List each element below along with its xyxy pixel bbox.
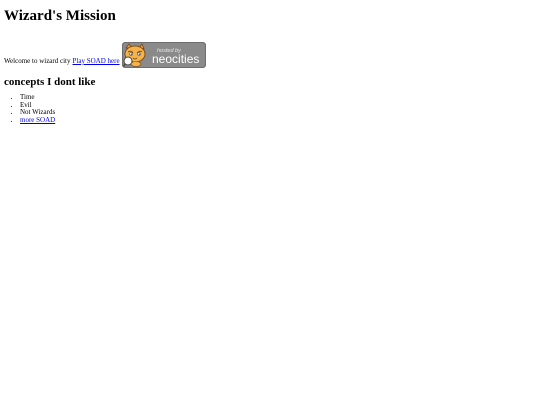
list-item: Evil — [20, 101, 540, 110]
intro-line: Welcome to wizard city Play SOAD here ho… — [4, 40, 540, 68]
list-item-more: more SOAD — [20, 116, 540, 125]
play-soad-link[interactable]: Play SOAD here — [73, 57, 120, 66]
badge-brand-text: neocities — [152, 52, 199, 66]
page-title: Wizard's Mission — [4, 8, 116, 24]
hosted-by-neocities-badge[interactable]: hosted by neocities — [121, 42, 206, 68]
list-item: Time — [20, 93, 540, 102]
page-body: Wizard's Mission Welcome to wizard city … — [0, 0, 540, 405]
concepts-list: Time Evil Not Wizards more SOAD — [4, 93, 540, 125]
section-heading: concepts I dont like — [4, 76, 96, 88]
neocities-cat-logo: hosted by neocities — [121, 42, 206, 68]
intro-text: Welcome to wizard city — [4, 57, 71, 65]
more-soad-link[interactable]: more SOAD — [20, 116, 55, 124]
list-item: Not Wizards — [20, 109, 540, 117]
